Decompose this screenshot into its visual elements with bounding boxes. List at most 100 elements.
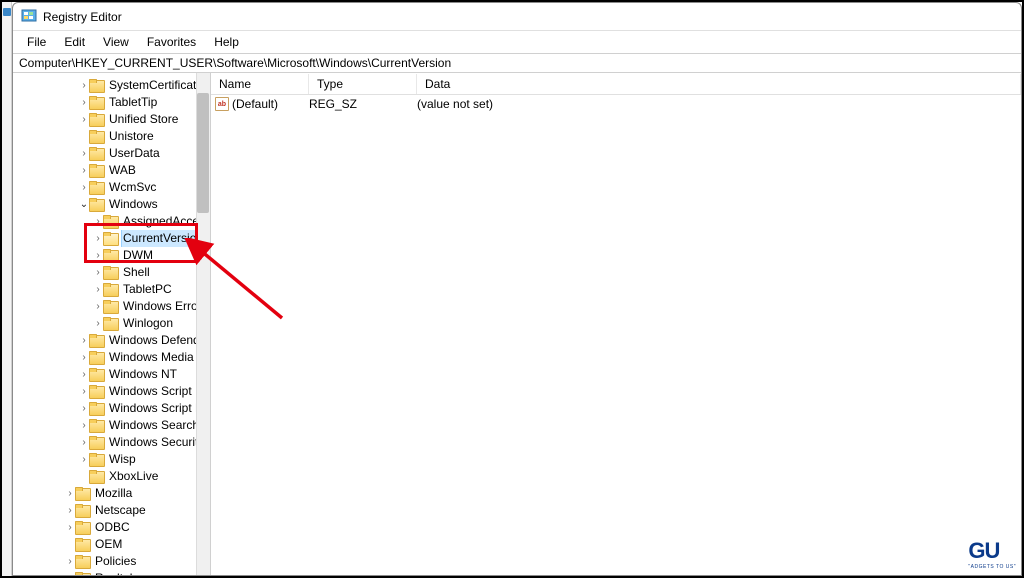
chevron-right-icon[interactable]: › xyxy=(79,111,89,128)
chevron-right-icon[interactable]: › xyxy=(79,434,89,451)
chevron-right-icon[interactable]: › xyxy=(93,298,103,315)
address-bar[interactable]: Computer\HKEY_CURRENT_USER\Software\Micr… xyxy=(13,53,1021,73)
window-title: Registry Editor xyxy=(43,10,122,24)
chevron-down-icon[interactable]: ⌄ xyxy=(79,196,89,213)
chevron-right-icon[interactable]: › xyxy=(65,519,75,536)
tree-item-oem[interactable]: OEM xyxy=(13,536,210,553)
chevron-right-icon[interactable]: › xyxy=(93,230,103,247)
folder-icon xyxy=(75,487,91,501)
tree-item-winlogon[interactable]: › Winlogon xyxy=(13,315,210,332)
folder-icon xyxy=(89,419,105,433)
tree-item-windows-media[interactable]: › Windows Media xyxy=(13,349,210,366)
chevron-right-icon[interactable]: › xyxy=(79,77,89,94)
tree-item-wcmsvc[interactable]: ›WcmSvc xyxy=(13,179,210,196)
chevron-right-icon[interactable]: › xyxy=(65,485,75,502)
menu-favorites[interactable]: Favorites xyxy=(139,33,204,51)
chevron-right-icon[interactable]: › xyxy=(79,179,89,196)
chevron-right-icon[interactable]: › xyxy=(79,162,89,179)
tree-item-assignedacce[interactable]: ›AssignedAcce xyxy=(13,213,210,230)
tree-item-odbc[interactable]: ›ODBC xyxy=(13,519,210,536)
tree-item-label: Winlogon xyxy=(121,315,175,332)
chevron-right-icon[interactable]: › xyxy=(79,94,89,111)
chevron-right-icon[interactable]: › xyxy=(65,553,75,570)
tree-item-windows-search[interactable]: ›Windows Search xyxy=(13,417,210,434)
folder-icon xyxy=(89,351,105,365)
tree-item-wisp[interactable]: ›Wisp xyxy=(13,451,210,468)
chevron-right-icon[interactable]: › xyxy=(79,451,89,468)
list-row[interactable]: ab(Default)REG_SZ(value not set) xyxy=(211,95,1021,113)
tree-item-label: Windows Script xyxy=(107,383,194,400)
tree-item-xboxlive[interactable]: XboxLive xyxy=(13,468,210,485)
folder-icon xyxy=(89,181,105,195)
tree-scrollbar[interactable] xyxy=(196,73,210,575)
col-header-type[interactable]: Type xyxy=(309,74,417,94)
list-header: Name Type Data xyxy=(211,73,1021,95)
chevron-right-icon[interactable]: › xyxy=(93,247,103,264)
tree-item-policies[interactable]: › Policies xyxy=(13,553,210,570)
tree-item-label: WAB xyxy=(107,162,138,179)
menu-view[interactable]: View xyxy=(95,33,137,51)
chevron-right-icon[interactable]: › xyxy=(93,213,103,230)
chevron-right-icon[interactable]: › xyxy=(79,332,89,349)
menu-help[interactable]: Help xyxy=(206,33,247,51)
folder-icon xyxy=(103,266,119,280)
tree-item-label: Policies xyxy=(93,553,138,570)
tree-item-label: OEM xyxy=(93,536,124,553)
tree-pane[interactable]: ›SystemCertificates›TabletTip›Unified St… xyxy=(13,73,211,575)
tree-item-currentversion[interactable]: ›CurrentVersion xyxy=(13,230,210,247)
tree-item-mozilla[interactable]: › Mozilla xyxy=(13,485,210,502)
chevron-right-icon[interactable]: › xyxy=(79,349,89,366)
tree-item-windows-script-h[interactable]: ›Windows Script H xyxy=(13,400,210,417)
left-window-edge xyxy=(2,2,12,576)
tree-item-shell[interactable]: ›Shell xyxy=(13,264,210,281)
tree-item-label: Windows Media xyxy=(107,349,196,366)
tree-scroll-thumb[interactable] xyxy=(197,93,209,213)
chevron-right-icon[interactable]: › xyxy=(93,315,103,332)
tree-item-label: Realtek xyxy=(93,570,138,575)
tree-item-windows-error[interactable]: ›Windows Error xyxy=(13,298,210,315)
chevron-right-icon[interactable]: › xyxy=(79,383,89,400)
folder-icon xyxy=(89,130,105,144)
folder-icon xyxy=(89,164,105,178)
tree-item-windows[interactable]: ⌄Windows xyxy=(13,196,210,213)
tree-item-systemcertificates[interactable]: ›SystemCertificates xyxy=(13,77,210,94)
folder-icon xyxy=(89,334,105,348)
menu-edit[interactable]: Edit xyxy=(56,33,93,51)
col-header-name[interactable]: Name xyxy=(211,74,309,94)
chevron-right-icon[interactable]: › xyxy=(79,400,89,417)
chevron-right-icon[interactable]: › xyxy=(93,281,103,298)
tree-item-dwm[interactable]: ›DWM xyxy=(13,247,210,264)
watermark-brand: GU xyxy=(968,538,999,563)
chevron-right-icon[interactable]: › xyxy=(79,145,89,162)
col-header-data[interactable]: Data xyxy=(417,74,1021,94)
tree-item-windows-defend[interactable]: › Windows Defend xyxy=(13,332,210,349)
tree-item-unistore[interactable]: Unistore xyxy=(13,128,210,145)
tree-item-realtek[interactable]: › Realtek xyxy=(13,570,210,575)
folder-icon xyxy=(89,436,105,450)
chevron-right-icon[interactable]: › xyxy=(65,570,75,575)
tree-item-unified-store[interactable]: ›Unified Store xyxy=(13,111,210,128)
folder-icon xyxy=(89,198,105,212)
tree-item-netscape[interactable]: › Netscape xyxy=(13,502,210,519)
tree-item-userdata[interactable]: ›UserData xyxy=(13,145,210,162)
folder-icon xyxy=(89,79,105,93)
titlebar[interactable]: Registry Editor xyxy=(13,3,1021,31)
chevron-right-icon[interactable]: › xyxy=(79,417,89,434)
chevron-right-icon[interactable]: › xyxy=(79,366,89,383)
tree-item-windows-script[interactable]: › Windows Script xyxy=(13,383,210,400)
tree-item-label: Netscape xyxy=(93,502,148,519)
tree-item-wab[interactable]: › WAB xyxy=(13,162,210,179)
folder-icon xyxy=(89,113,105,127)
chevron-right-icon[interactable]: › xyxy=(93,264,103,281)
chevron-right-icon[interactable]: › xyxy=(65,502,75,519)
tree-item-label: Windows Defend xyxy=(107,332,202,349)
list-pane[interactable]: Name Type Data ab(Default)REG_SZ(value n… xyxy=(211,73,1021,575)
tree-item-windows-security[interactable]: ›Windows Security xyxy=(13,434,210,451)
tree-item-tabletpc[interactable]: ›TabletPC xyxy=(13,281,210,298)
tree-item-windows-nt[interactable]: ›Windows NT xyxy=(13,366,210,383)
tree-item-tablettip[interactable]: ›TabletTip xyxy=(13,94,210,111)
tree-item-label: Mozilla xyxy=(93,485,134,502)
folder-icon xyxy=(89,385,105,399)
folder-icon xyxy=(89,453,105,467)
menu-file[interactable]: File xyxy=(19,33,54,51)
